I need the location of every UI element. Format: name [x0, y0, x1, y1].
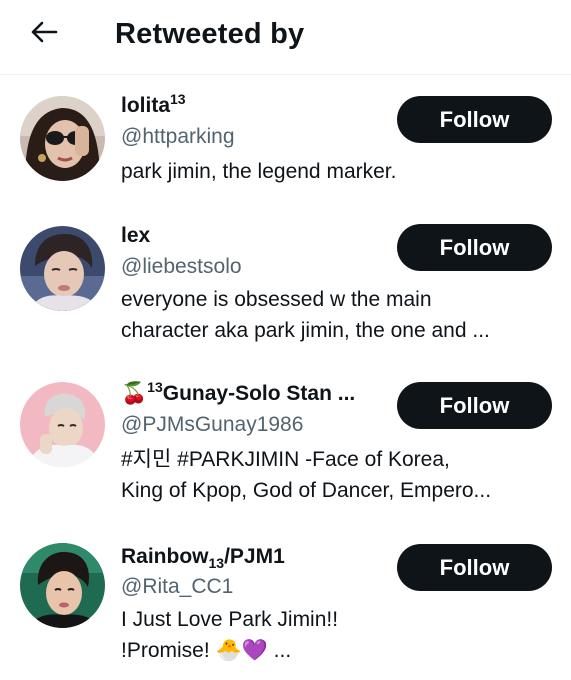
user-bio: everyone is obsessed w the main characte…	[121, 288, 490, 342]
arrow-left-icon	[30, 20, 58, 49]
back-button[interactable]	[22, 14, 66, 54]
user-bio: #지민 #PARKJIMIN -Face of Korea, King of K…	[121, 448, 492, 502]
user-bio: I Just Love Park Jimin!! !Promise! 🐣💜 ..…	[121, 608, 339, 662]
follow-button[interactable]: Follow	[397, 224, 552, 271]
avatar[interactable]	[20, 226, 105, 311]
follow-button[interactable]: Follow	[397, 382, 552, 429]
user-display-name[interactable]: Rainbow13/PJM1	[121, 543, 285, 571]
avatar[interactable]	[20, 382, 105, 467]
user-cell[interactable]: lex @liebestsolo Follow everyone is obse…	[0, 208, 571, 368]
follow-button[interactable]: Follow	[397, 96, 552, 143]
top-bar: Retweeted by	[0, 0, 571, 75]
user-handle[interactable]: @Rita_CC1	[121, 573, 233, 601]
avatar[interactable]	[20, 96, 105, 181]
avatar[interactable]	[20, 543, 105, 628]
user-cell[interactable]: Rainbow13/PJM1 @Rita_CC1 Follow I Just L…	[0, 527, 571, 680]
user-cell[interactable]: 🍒13Gunay-Solo Stan ... @PJMsGunay1986 Fo…	[0, 366, 571, 528]
user-handle[interactable]: @PJMsGunay1986	[121, 411, 303, 439]
user-display-name[interactable]: lex	[121, 222, 150, 250]
user-handle[interactable]: @liebestsolo	[121, 253, 242, 281]
user-handle[interactable]: @httparking	[121, 123, 235, 151]
user-display-name[interactable]: 🍒13Gunay-Solo Stan ...	[121, 380, 355, 408]
page-title: Retweeted by	[115, 18, 305, 50]
user-display-name[interactable]: lolita13	[121, 92, 186, 120]
follow-button[interactable]: Follow	[397, 544, 552, 591]
user-bio: park jimin, the legend marker.	[121, 160, 397, 183]
user-cell[interactable]: lolita13 @httparking Follow park jimin, …	[0, 78, 571, 208]
